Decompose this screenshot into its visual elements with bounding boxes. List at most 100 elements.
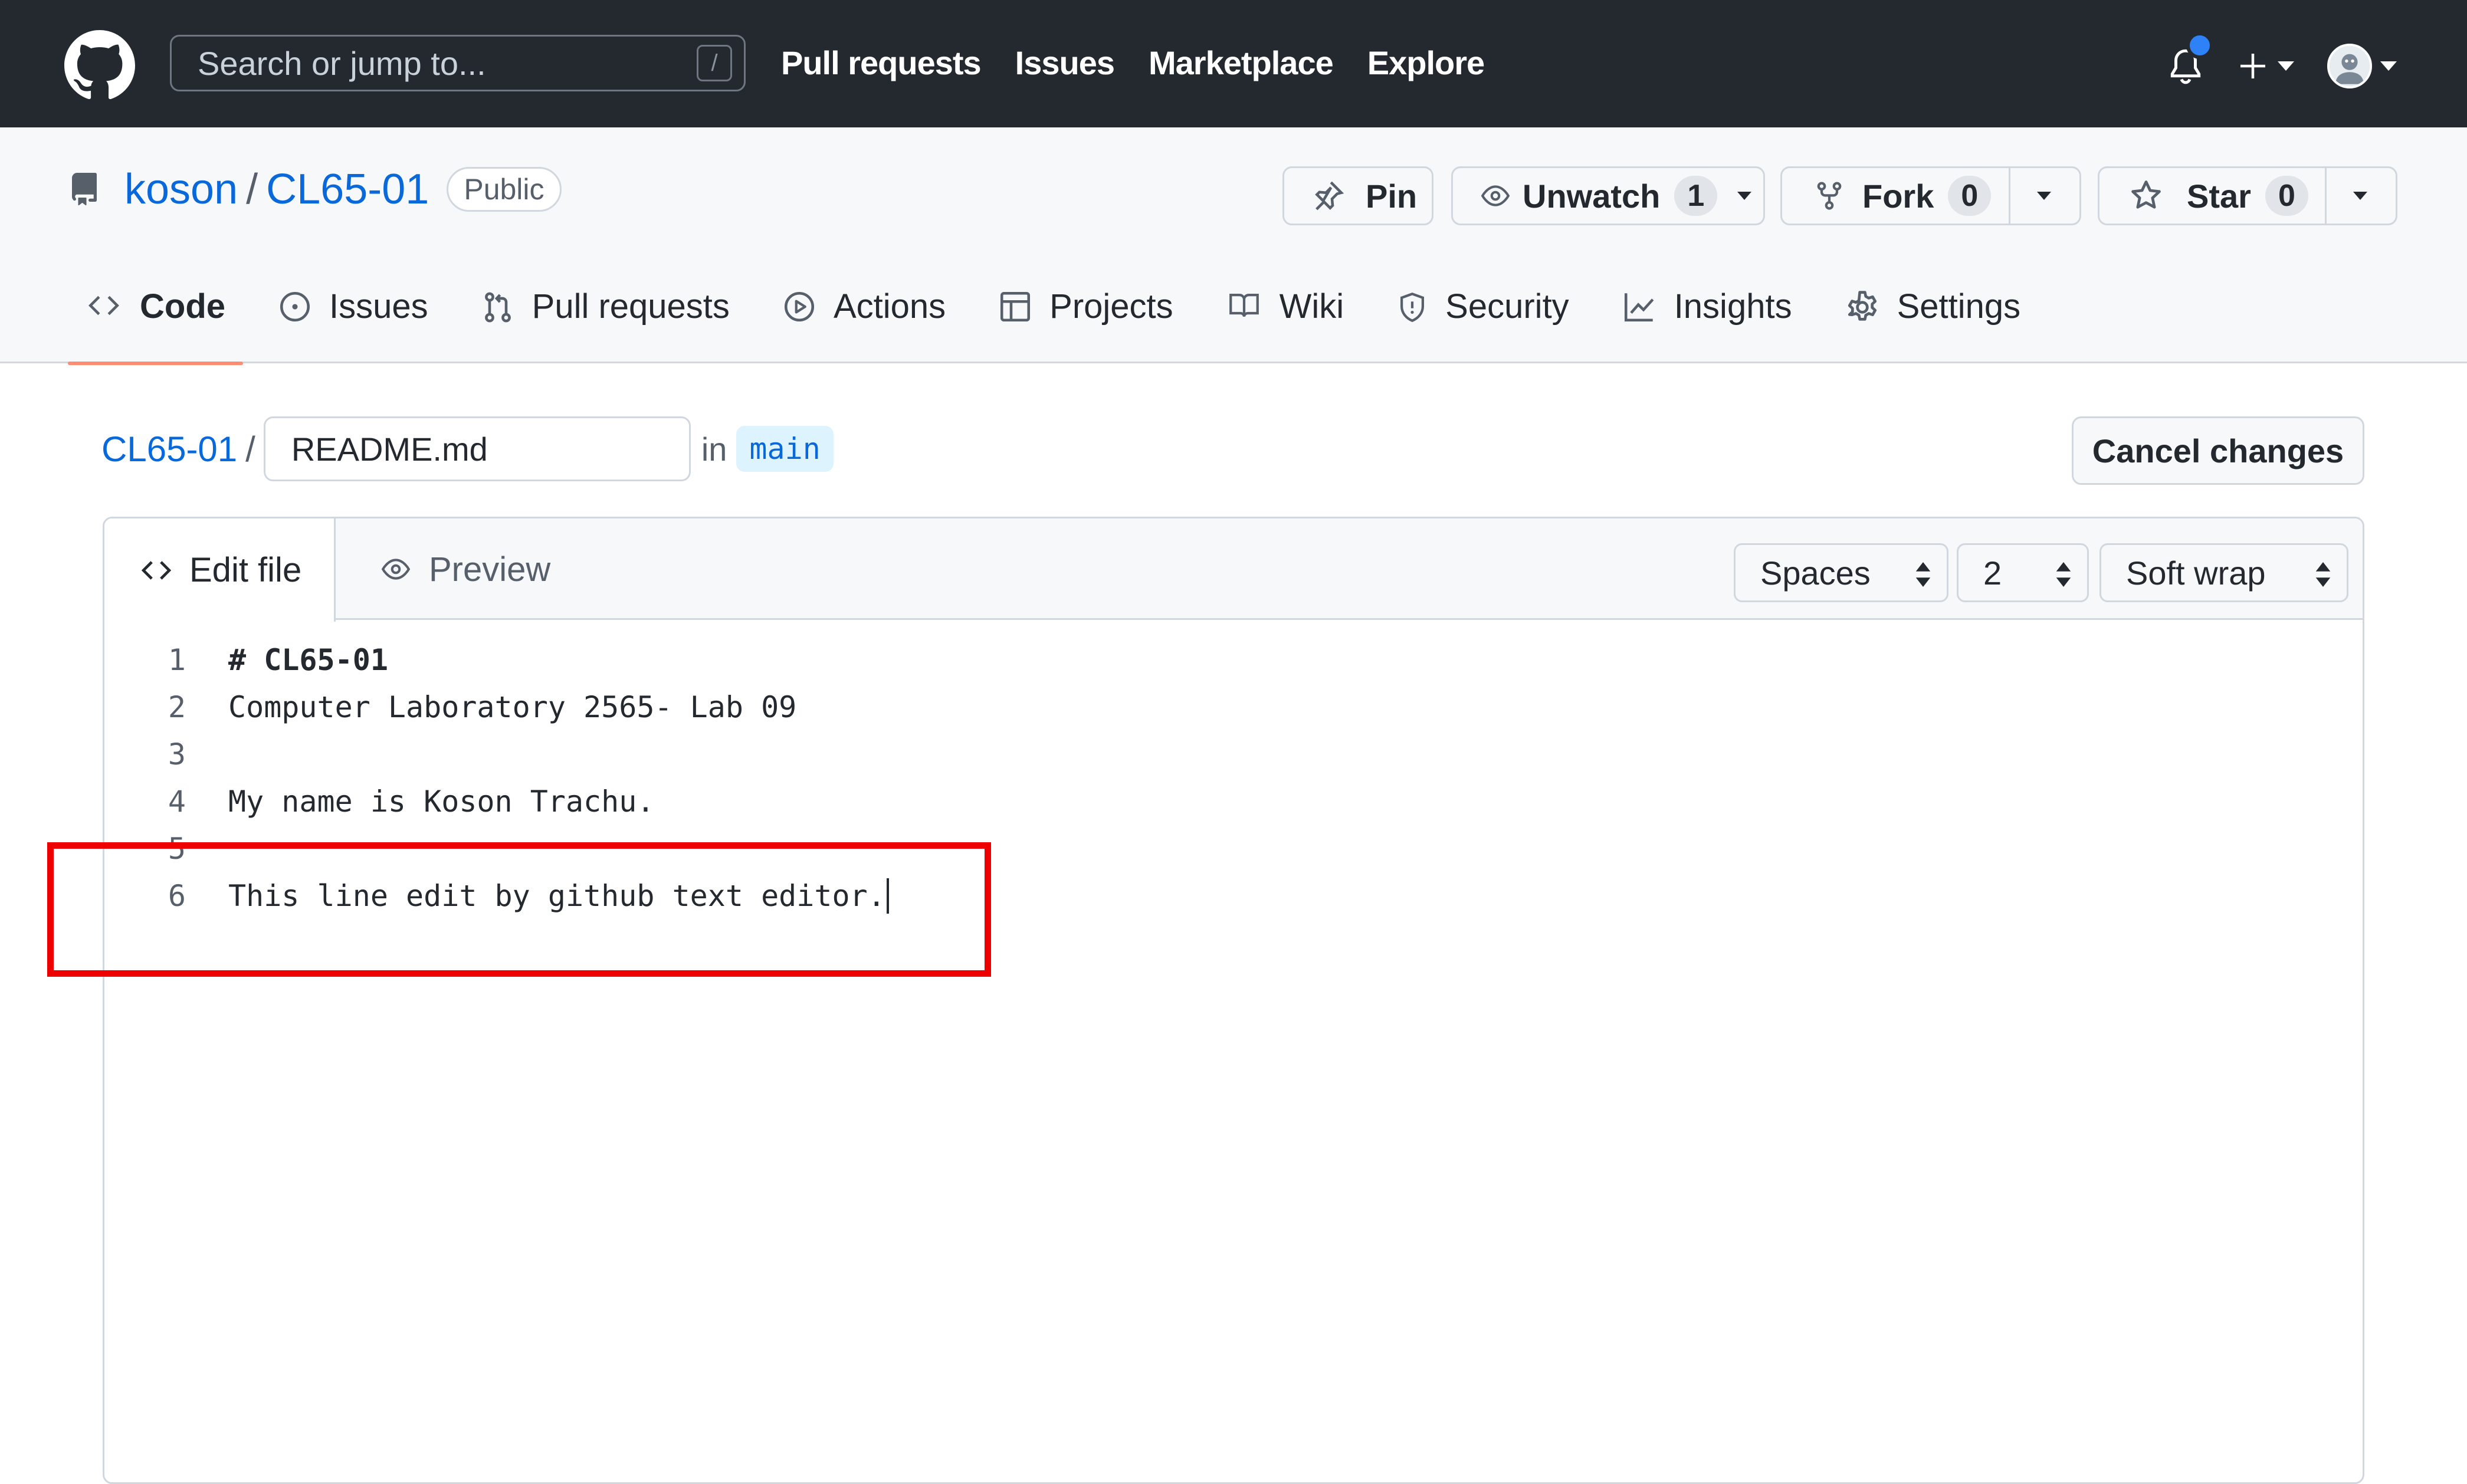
search-input[interactable] [196, 43, 659, 83]
code-icon [88, 296, 119, 316]
nav-pull-requests[interactable]: Pull requests [781, 44, 982, 82]
breadcrumb-separator: / [245, 429, 255, 469]
global-header: / Pull requests Issues Marketplace Explo… [0, 0, 2467, 127]
tab-wiki-label: Wiki [1279, 287, 1344, 326]
star-count: 0 [2265, 176, 2308, 216]
tab-insights-label: Insights [1674, 287, 1792, 326]
user-avatar-icon [2330, 46, 2370, 86]
chevron-down-icon [1737, 192, 1752, 200]
indent-mode-value: Spaces [1760, 554, 1871, 592]
fork-split-divider [2009, 168, 2010, 224]
nav-explore[interactable]: Explore [1367, 44, 1485, 82]
watch-count: 1 [1674, 176, 1718, 216]
pin-button[interactable]: Pin [1282, 166, 1433, 225]
filename-input[interactable] [263, 416, 691, 481]
file-path-breadcrumb: CL65-01 / in main [101, 416, 834, 481]
plus-icon [2240, 54, 2265, 78]
nav-marketplace[interactable]: Marketplace [1149, 44, 1334, 82]
tab-security-label: Security [1445, 287, 1569, 326]
visibility-badge: Public [447, 167, 562, 212]
star-split-divider [2325, 168, 2327, 224]
repo-owner-link[interactable]: koson [124, 165, 238, 214]
tab-projects[interactable]: Projects [981, 287, 1191, 363]
star-label: Star [2187, 177, 2251, 215]
editor-toolbar: Edit file Preview Spaces 2 Soft wrap [104, 518, 2363, 622]
table-icon [1000, 291, 1031, 322]
file-editor: Edit file Preview Spaces 2 Soft wrap 1 #… [103, 517, 2364, 1484]
chevron-down-icon [2278, 61, 2294, 71]
code-line: 4 My name is Koson Trachu. [104, 778, 655, 825]
breadcrumb-repo-link[interactable]: CL65-01 [101, 429, 237, 470]
code-line: 3 [104, 731, 228, 778]
line-number: 4 [168, 784, 186, 819]
play-icon [784, 291, 814, 322]
create-new-menu[interactable] [2239, 45, 2294, 87]
issue-icon [280, 291, 310, 322]
unwatch-label: Unwatch [1523, 177, 1661, 215]
global-nav: Pull requests Issues Marketplace Explore [781, 44, 1485, 82]
tab-edit-file[interactable]: Edit file [104, 518, 336, 622]
cancel-changes-button[interactable]: Cancel changes [2072, 416, 2364, 485]
wrap-mode-select[interactable]: Soft wrap [2099, 543, 2348, 602]
shield-icon [1400, 293, 1425, 323]
line-number: 2 [168, 690, 186, 724]
branch-in-label: in [701, 430, 727, 468]
code-line: 1 # CL65-01 [104, 636, 388, 684]
branch-name: main [736, 426, 834, 472]
tab-insights[interactable]: Insights [1605, 287, 1810, 363]
user-menu[interactable] [2327, 42, 2397, 90]
eye-icon [1481, 185, 1510, 206]
unwatch-button[interactable]: Unwatch 1 [1451, 166, 1765, 225]
fork-count: 0 [1948, 176, 1992, 216]
avatar [2327, 44, 2372, 88]
tab-code[interactable]: Code [68, 287, 243, 365]
fork-label: Fork [1862, 177, 1934, 215]
gear-icon [1848, 291, 1877, 321]
line-text: My name is Koson Trachu. [228, 784, 655, 819]
indent-mode-select[interactable]: Spaces [1734, 543, 1948, 602]
indent-size-select[interactable]: 2 [1957, 543, 2089, 602]
graph-icon [1624, 293, 1654, 322]
tab-wiki[interactable]: Wiki [1209, 287, 1362, 363]
tab-code-label: Code [140, 287, 225, 326]
select-arrows-icon [2056, 562, 2071, 587]
chevron-down-icon [2380, 61, 2397, 71]
tab-projects-label: Projects [1049, 287, 1173, 326]
tab-issues-label: Issues [329, 287, 428, 326]
repo-title: koson / CL65-01 Public [68, 165, 562, 214]
tab-preview[interactable]: Preview [378, 518, 550, 620]
tab-settings[interactable]: Settings [1828, 287, 2039, 363]
fork-icon [1817, 182, 1842, 210]
pin-label: Pin [1366, 177, 1418, 215]
indent-size-value: 2 [1983, 554, 2002, 592]
line-text: Computer Laboratory 2565- Lab 09 [228, 690, 797, 724]
pin-icon [1315, 181, 1344, 211]
tab-edit-file-label: Edit file [189, 551, 302, 589]
tab-security[interactable]: Security [1379, 287, 1587, 363]
search-box[interactable]: / [170, 35, 746, 91]
star-button[interactable]: Star 0 [2098, 166, 2397, 225]
github-logo-icon[interactable] [64, 30, 135, 101]
line-number: 1 [168, 643, 186, 677]
line-text: # CL65-01 [228, 643, 388, 677]
tab-pull-requests[interactable]: Pull requests [464, 287, 747, 363]
tab-actions-label: Actions [833, 287, 946, 326]
book-icon [1229, 294, 1259, 317]
code-line: 2 Computer Laboratory 2565- Lab 09 [104, 684, 796, 731]
repo-tabs: Code Issues Pull requests Actions Projec… [68, 287, 2056, 365]
slash-shortcut-key: / [697, 45, 732, 81]
tab-actions[interactable]: Actions [765, 287, 963, 363]
pull-request-icon [484, 292, 511, 323]
fork-button[interactable]: Fork 0 [1780, 166, 2081, 225]
repo-icon [71, 173, 97, 206]
star-lists-chevron-icon[interactable] [2353, 192, 2367, 200]
select-arrows-icon [2315, 562, 2331, 587]
eye-icon [381, 559, 411, 580]
wrap-mode-value: Soft wrap [2126, 554, 2266, 592]
fork-options-chevron-icon[interactable] [2037, 192, 2051, 200]
tab-pull-requests-label: Pull requests [532, 287, 730, 326]
line-number: 3 [168, 737, 186, 771]
nav-issues[interactable]: Issues [1015, 44, 1115, 82]
repo-name-link[interactable]: CL65-01 [266, 165, 429, 214]
tab-issues[interactable]: Issues [261, 287, 446, 363]
